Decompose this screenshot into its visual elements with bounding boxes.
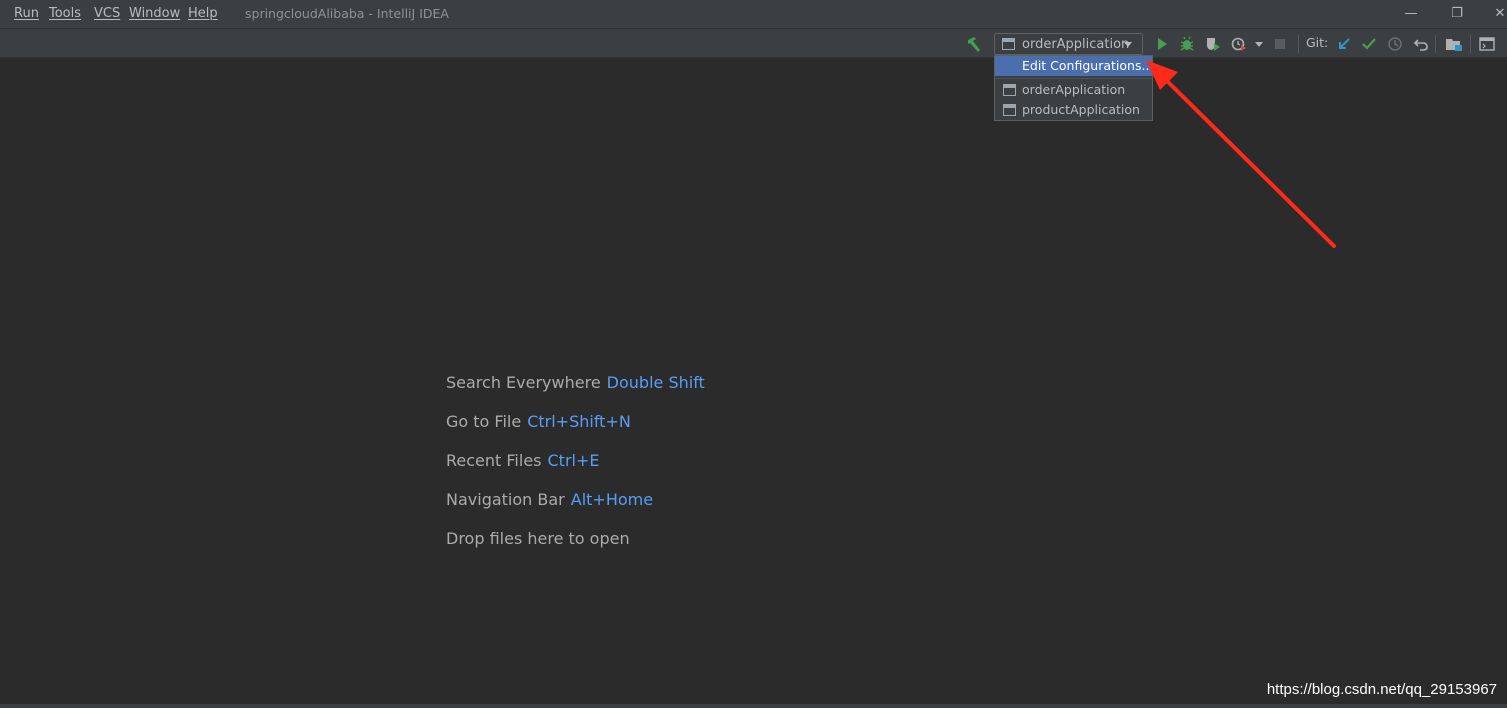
annotation-arrow-icon [1146, 60, 1336, 248]
status-bar-edge [0, 704, 1507, 708]
watermark-text: https://blog.csdn.net/qq_29153967 [1266, 681, 1497, 698]
